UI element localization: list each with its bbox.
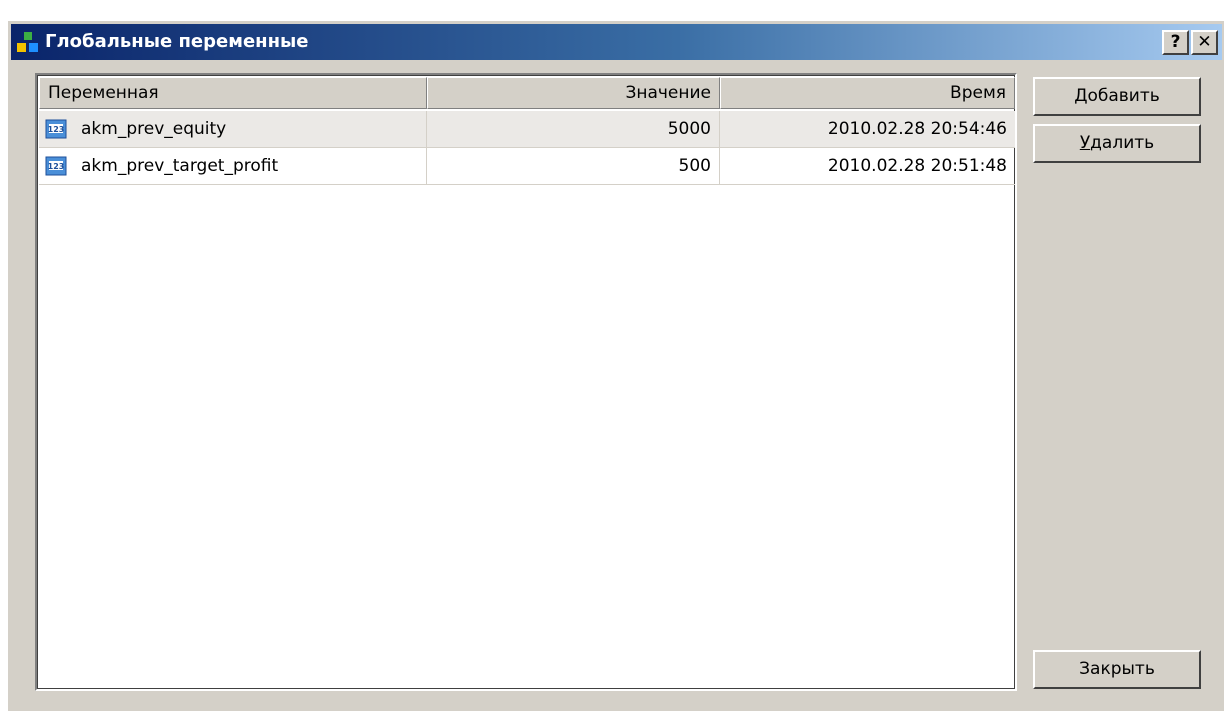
column-header-time[interactable]: Время bbox=[720, 77, 1015, 109]
column-header-value[interactable]: Значение bbox=[427, 77, 720, 109]
list-header: Переменная Значение Время bbox=[39, 77, 1015, 109]
close-button[interactable]: Закрыть bbox=[1033, 650, 1201, 689]
numeric-variable-icon: 123 bbox=[45, 156, 67, 176]
delete-button[interactable]: Удалить bbox=[1033, 124, 1201, 163]
variable-name-cell: 123 akm_prev_equity bbox=[39, 111, 427, 147]
svg-text:123: 123 bbox=[48, 162, 65, 171]
table-row[interactable]: 123 akm_prev_equity 5000 2010.02.28 20:5… bbox=[39, 111, 1015, 148]
column-header-variable[interactable]: Переменная bbox=[39, 77, 427, 109]
variables-list[interactable]: Переменная Значение Время 123 akm_prev_e… bbox=[35, 73, 1017, 691]
add-button-label: обавить bbox=[1087, 86, 1160, 106]
help-icon: ? bbox=[1170, 32, 1181, 52]
variable-value: 5000 bbox=[427, 111, 720, 147]
variable-time: 2010.02.28 20:51:48 bbox=[827, 156, 1007, 176]
variable-name: akm_prev_equity bbox=[81, 119, 227, 139]
close-icon: ✕ bbox=[1197, 32, 1212, 52]
variable-name-cell: 123 akm_prev_target_profit bbox=[39, 148, 427, 184]
svg-text:123: 123 bbox=[48, 125, 65, 134]
global-variables-dialog: Глобальные переменные ? ✕ Переменная Зна… bbox=[7, 20, 1224, 711]
table-row[interactable]: 123 akm_prev_target_profit 500 2010.02.2… bbox=[39, 148, 1015, 185]
add-button[interactable]: Добавить bbox=[1033, 77, 1201, 116]
variable-time: 2010.02.28 20:54:46 bbox=[827, 119, 1007, 139]
global-variables-icon bbox=[17, 32, 38, 52]
delete-button-label: далить bbox=[1090, 133, 1155, 153]
close-window-button[interactable]: ✕ bbox=[1191, 30, 1218, 55]
title-bar[interactable]: Глобальные переменные ? ✕ bbox=[11, 24, 1222, 60]
help-button[interactable]: ? bbox=[1162, 30, 1189, 55]
delete-button-mnemonic: У bbox=[1079, 133, 1091, 153]
numeric-variable-icon: 123 bbox=[45, 119, 67, 139]
variable-value: 500 bbox=[427, 148, 720, 184]
add-button-mnemonic: Д bbox=[1074, 86, 1088, 106]
variable-name: akm_prev_target_profit bbox=[81, 156, 279, 176]
window-title: Глобальные переменные bbox=[45, 31, 309, 52]
